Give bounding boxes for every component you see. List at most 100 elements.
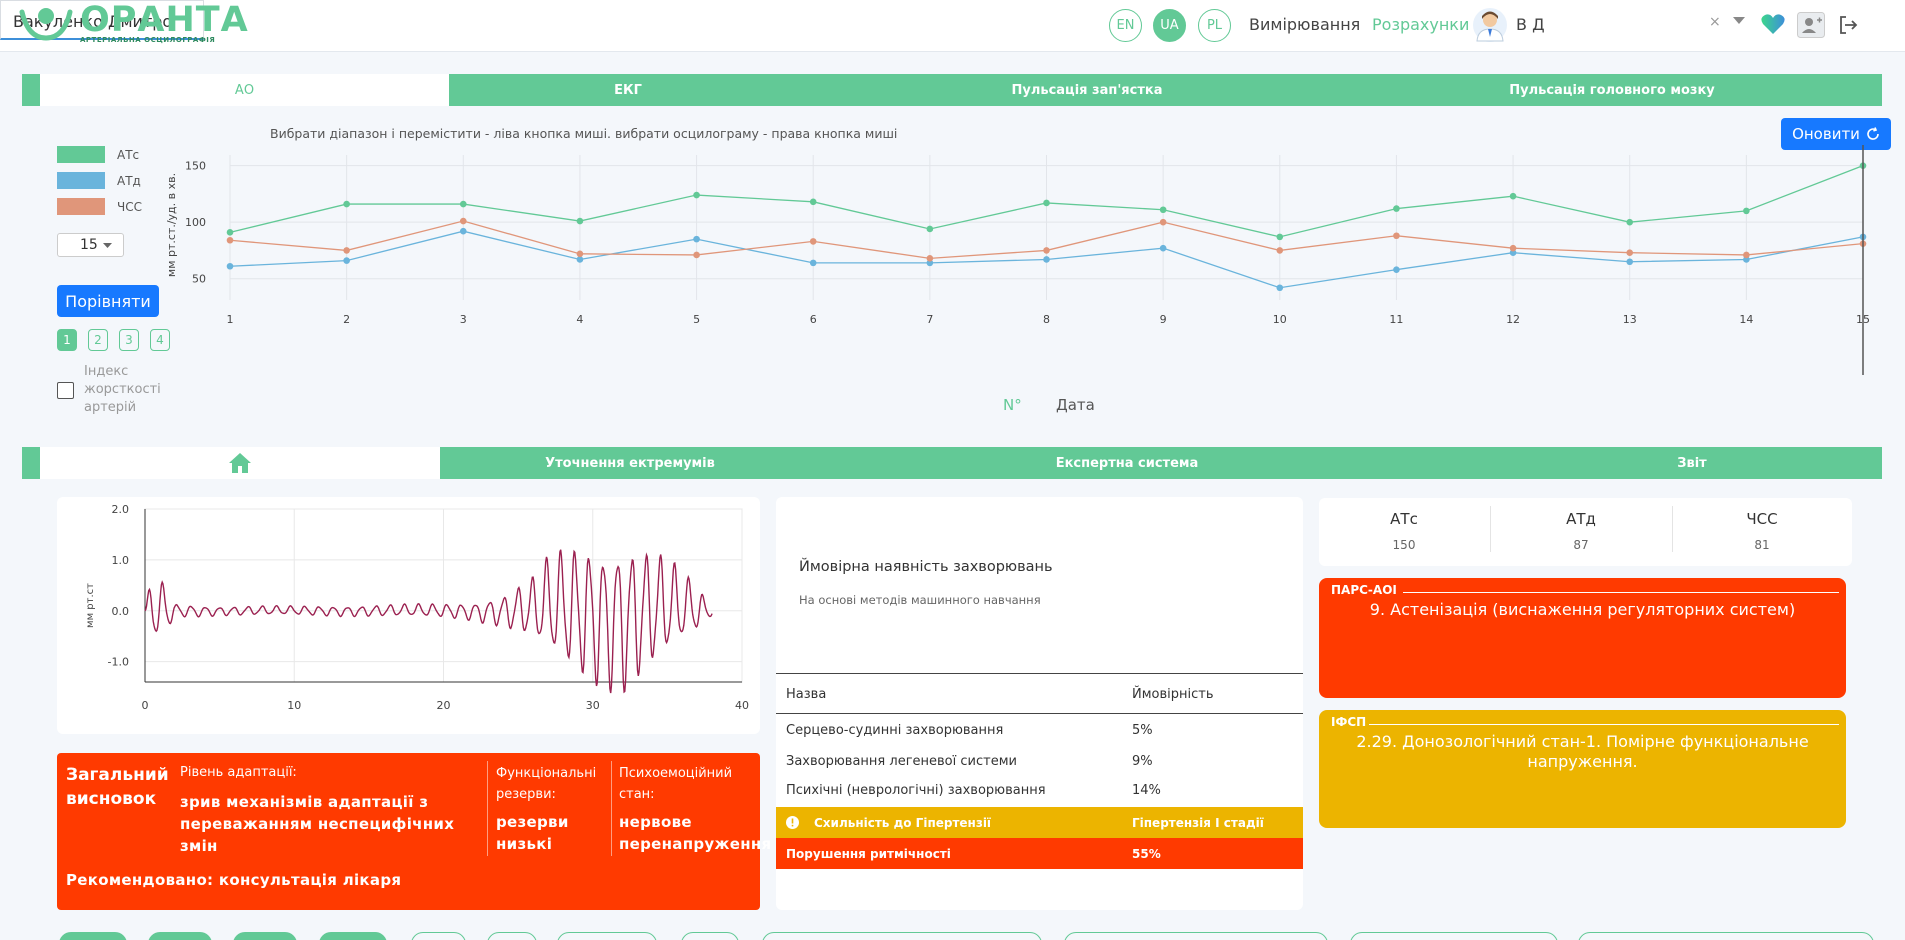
data-point bbox=[576, 250, 584, 258]
table-row-warning: Схильність до Гіпертензії Гіпертензія І … bbox=[776, 807, 1303, 838]
x-tick-label: 20 bbox=[437, 699, 451, 712]
lang-en-button[interactable]: EN bbox=[1109, 9, 1142, 42]
count-select[interactable]: 15 bbox=[57, 233, 124, 257]
data-point bbox=[693, 235, 700, 243]
data-point bbox=[226, 236, 234, 244]
pill-button[interactable] bbox=[1064, 932, 1328, 940]
data-point bbox=[809, 238, 817, 245]
clear-selection-icon[interactable]: × bbox=[1709, 14, 1721, 30]
logo-subtitle: АРТЕРІАЛЬНА ОСЦИЛОГРАФІЯ bbox=[80, 36, 216, 44]
oscillogram-chart[interactable]: 2.0 1.0 0.0 -1.0 0 10 20 30 40 мм рт.ст bbox=[57, 497, 760, 734]
pill-button[interactable] bbox=[487, 932, 537, 940]
data-point bbox=[926, 255, 934, 262]
data-point bbox=[809, 259, 817, 267]
heart-icon[interactable] bbox=[1761, 13, 1785, 35]
pill-button[interactable] bbox=[557, 932, 657, 940]
bottom-tabbar: Уточнення ектремумів Експертна система З… bbox=[22, 447, 1882, 479]
data-point bbox=[459, 227, 467, 235]
disease-name: Захворювання легеневої системи bbox=[786, 753, 1017, 769]
pill-button[interactable] bbox=[1578, 932, 1874, 940]
y-axis-label: мм рт.ст./уд. в хв. bbox=[165, 173, 178, 277]
nav-calculations-link[interactable]: Розрахунки bbox=[1372, 15, 1469, 34]
pill-button[interactable] bbox=[319, 932, 387, 940]
data-point bbox=[1743, 251, 1750, 259]
stiffness-checkbox[interactable] bbox=[57, 382, 74, 399]
tab-home[interactable] bbox=[40, 447, 440, 479]
lang-pl-button[interactable]: PL bbox=[1198, 9, 1231, 42]
pill-button[interactable] bbox=[681, 932, 739, 940]
lang-ua-button[interactable]: UA bbox=[1153, 9, 1186, 42]
x-tick-label: 1 bbox=[227, 313, 234, 326]
adaptation-label: Рівень адаптації: bbox=[180, 765, 297, 780]
divider bbox=[611, 761, 612, 856]
data-point bbox=[1276, 284, 1284, 292]
table-row: Захворювання легеневої системи 9% bbox=[776, 746, 1303, 776]
divider bbox=[487, 761, 488, 856]
x-tick-label: 8 bbox=[1043, 313, 1050, 326]
divider bbox=[776, 673, 1303, 674]
compare-button[interactable]: Порівняти bbox=[57, 285, 159, 317]
add-user-icon[interactable] bbox=[1797, 12, 1825, 38]
x-tick-label: 9 bbox=[1160, 313, 1167, 326]
data-point bbox=[1393, 232, 1400, 240]
ifsp-label: ІФСП bbox=[1331, 715, 1367, 729]
chevron-down-icon bbox=[103, 243, 112, 248]
pars-label: ПАРС-АОІ bbox=[1331, 583, 1397, 597]
pill-button[interactable] bbox=[762, 932, 1042, 940]
pill-button[interactable] bbox=[1350, 932, 1558, 940]
tab-expert-system[interactable]: Експертна система bbox=[982, 447, 1272, 479]
tab-brain-pulse[interactable]: Пульсація головного мозку bbox=[1422, 74, 1802, 106]
stat-label: АТс bbox=[1390, 510, 1418, 528]
tab-report[interactable]: Звіт bbox=[1592, 447, 1792, 479]
pars-card: ПАРС-АОІ 9. Астенізація (виснаження регу… bbox=[1319, 578, 1846, 698]
col-name-header: Назва bbox=[786, 686, 827, 702]
trend-chart[interactable]: 501001501 2 3 4 5 6 7 8 9 10 11 12 13 14 15мм рт.ст./у… bbox=[160, 140, 1905, 380]
data-point bbox=[576, 217, 584, 225]
x-axis-date-toggle[interactable]: Дата bbox=[1056, 396, 1095, 414]
data-point bbox=[576, 256, 584, 263]
logo-icon bbox=[19, 8, 73, 41]
pars-text: 9. Астенізація (виснаження регуляторних … bbox=[1369, 600, 1796, 619]
pill-button[interactable] bbox=[233, 932, 297, 940]
x-tick-label: 3 bbox=[460, 313, 467, 326]
tab-extremums[interactable]: Уточнення ектремумів bbox=[440, 447, 820, 479]
data-point bbox=[926, 225, 934, 233]
x-axis-number-toggle[interactable]: N° bbox=[1003, 396, 1022, 414]
user-initials: В Д bbox=[1516, 15, 1545, 34]
chevron-down-icon[interactable] bbox=[1733, 17, 1745, 25]
x-tick-label: 10 bbox=[1273, 313, 1287, 326]
x-tick-label: 0 bbox=[142, 699, 149, 712]
psycho-label: Психоемоційний стан: bbox=[619, 766, 733, 802]
divider bbox=[776, 713, 1303, 714]
y-tick-label: 150 bbox=[185, 160, 206, 173]
pill-button[interactable] bbox=[411, 932, 466, 940]
page-1-button[interactable]: 1 bbox=[57, 329, 77, 351]
page-3-button[interactable]: 3 bbox=[119, 329, 139, 351]
tab-ao[interactable]: АО bbox=[40, 74, 449, 106]
page-2-button[interactable]: 2 bbox=[88, 329, 108, 351]
diseases-title: Ймовірна наявність захворювань bbox=[799, 559, 1053, 575]
oscillogram-card: 2.0 1.0 0.0 -1.0 0 10 20 30 40 мм рт.ст bbox=[57, 497, 760, 734]
x-tick-label: 11 bbox=[1389, 313, 1403, 326]
tab-ekg[interactable]: ЕКГ bbox=[449, 74, 807, 106]
data-point bbox=[1393, 266, 1400, 273]
logout-icon[interactable] bbox=[1837, 14, 1859, 36]
psycho-value: нервове перенапруження bbox=[619, 813, 772, 853]
disease-prob: Гіпертензія І стадії bbox=[1132, 815, 1264, 830]
doctor-avatar-icon[interactable] bbox=[1472, 7, 1508, 43]
table-header: Назва Ймовірність bbox=[776, 679, 1303, 709]
data-point bbox=[1509, 192, 1517, 200]
adaptation-value: зрив механізмів адаптації з переважанням… bbox=[180, 793, 455, 855]
x-tick-label: 13 bbox=[1623, 313, 1637, 326]
data-point bbox=[343, 257, 350, 264]
data-point bbox=[1626, 258, 1634, 266]
stat-value: 150 bbox=[1392, 538, 1416, 552]
pill-button[interactable] bbox=[59, 932, 127, 940]
data-point bbox=[1393, 205, 1400, 212]
pill-button[interactable] bbox=[148, 932, 212, 940]
legend-swatch-hr bbox=[57, 198, 105, 215]
nav-measurements-link[interactable]: Вимірювання bbox=[1249, 15, 1360, 34]
y-axis-label: мм рт.ст bbox=[85, 583, 96, 628]
x-tick-label: 40 bbox=[735, 699, 749, 712]
tab-wrist-pulse[interactable]: Пульсація зап'ястка bbox=[922, 74, 1252, 106]
